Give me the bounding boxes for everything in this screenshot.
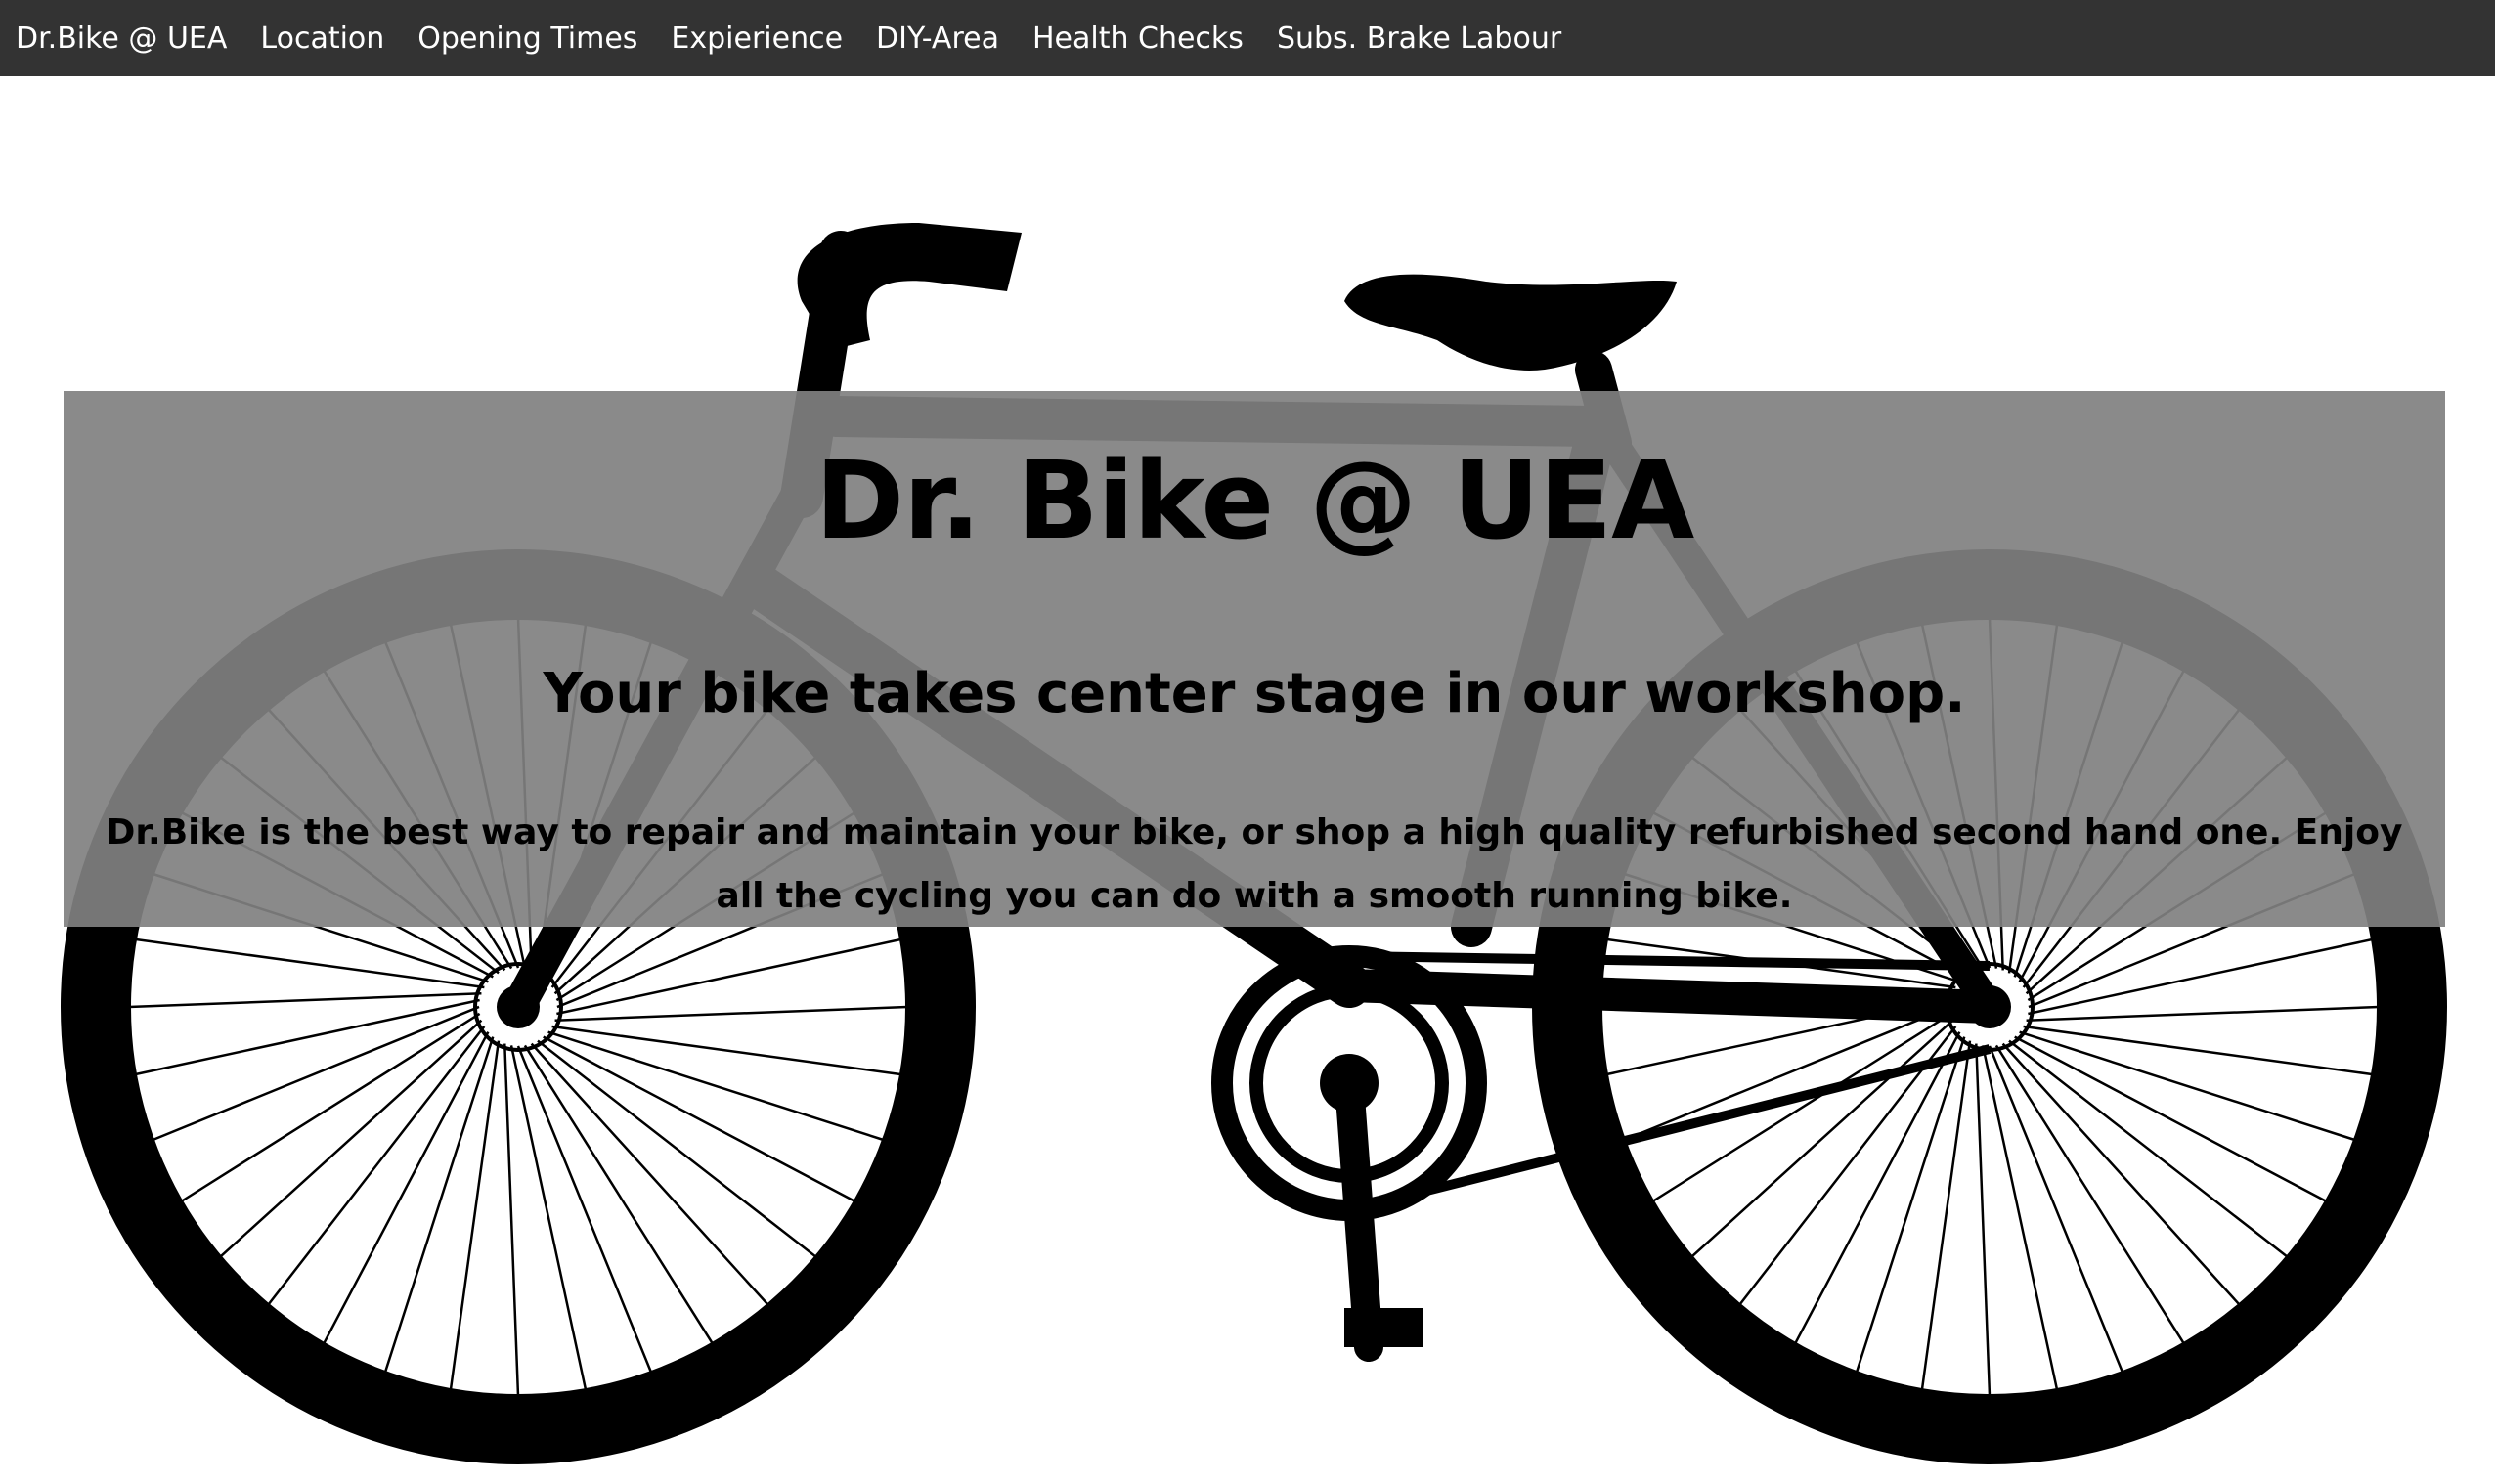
wheel-spoke [556, 938, 902, 1016]
wheel-spoke [523, 1044, 715, 1345]
wheel-spoke [516, 1045, 653, 1374]
hero-title: Dr. Bike @ UEA [814, 438, 1695, 563]
nav-link-location[interactable]: Location [260, 22, 384, 56]
wheel-spoke [554, 1005, 908, 1022]
wheel-spoke [134, 998, 480, 1076]
wheel-spoke [1651, 1012, 1952, 1203]
wheel-spoke [2001, 1042, 2241, 1306]
wheel-spoke [503, 1043, 520, 1397]
nav-brand-link[interactable]: Dr.Bike @ UEA [16, 22, 227, 56]
hero-section: Dr. Bike @ UEA Your bike takes center st… [0, 76, 2495, 1484]
wheel-spoke [180, 1012, 481, 1203]
wheel-spoke [219, 1019, 483, 1258]
wheel-spoke [509, 1045, 588, 1391]
wheel-spoke [1988, 1045, 2124, 1374]
hero-text-block: Dr. Bike @ UEA Your bike takes center st… [64, 391, 2445, 927]
wheel-spoke [2028, 938, 2374, 1016]
wheel-spoke [1994, 1044, 2186, 1345]
hero-subtitle: Your bike takes center stage in our work… [543, 662, 1966, 725]
nav-link-experience[interactable]: Expierience [671, 22, 843, 56]
wheel-spoke [530, 1042, 769, 1306]
nav-link-health-checks[interactable]: Health Checks [1032, 22, 1244, 56]
nav-link-diy-area[interactable]: DIY-Area [876, 22, 999, 56]
wheel-spoke [128, 992, 482, 1009]
nav-link-subs-brake-labour[interactable]: Subs. Brake Labour [1277, 22, 1561, 56]
wheel-spoke [1981, 1045, 2059, 1391]
wheel-spoke [152, 1005, 480, 1142]
hero-description: Dr.Bike is the best way to repair and ma… [106, 812, 2403, 916]
nav-link-opening-times[interactable]: Opening Times [417, 22, 637, 56]
top-navbar: Dr.Bike @ UEA Location Opening Times Exp… [0, 0, 2495, 76]
wheel-spoke [2026, 1005, 2380, 1022]
wheel-spoke [1975, 1043, 1992, 1397]
wheel-spoke [1690, 1019, 1954, 1258]
